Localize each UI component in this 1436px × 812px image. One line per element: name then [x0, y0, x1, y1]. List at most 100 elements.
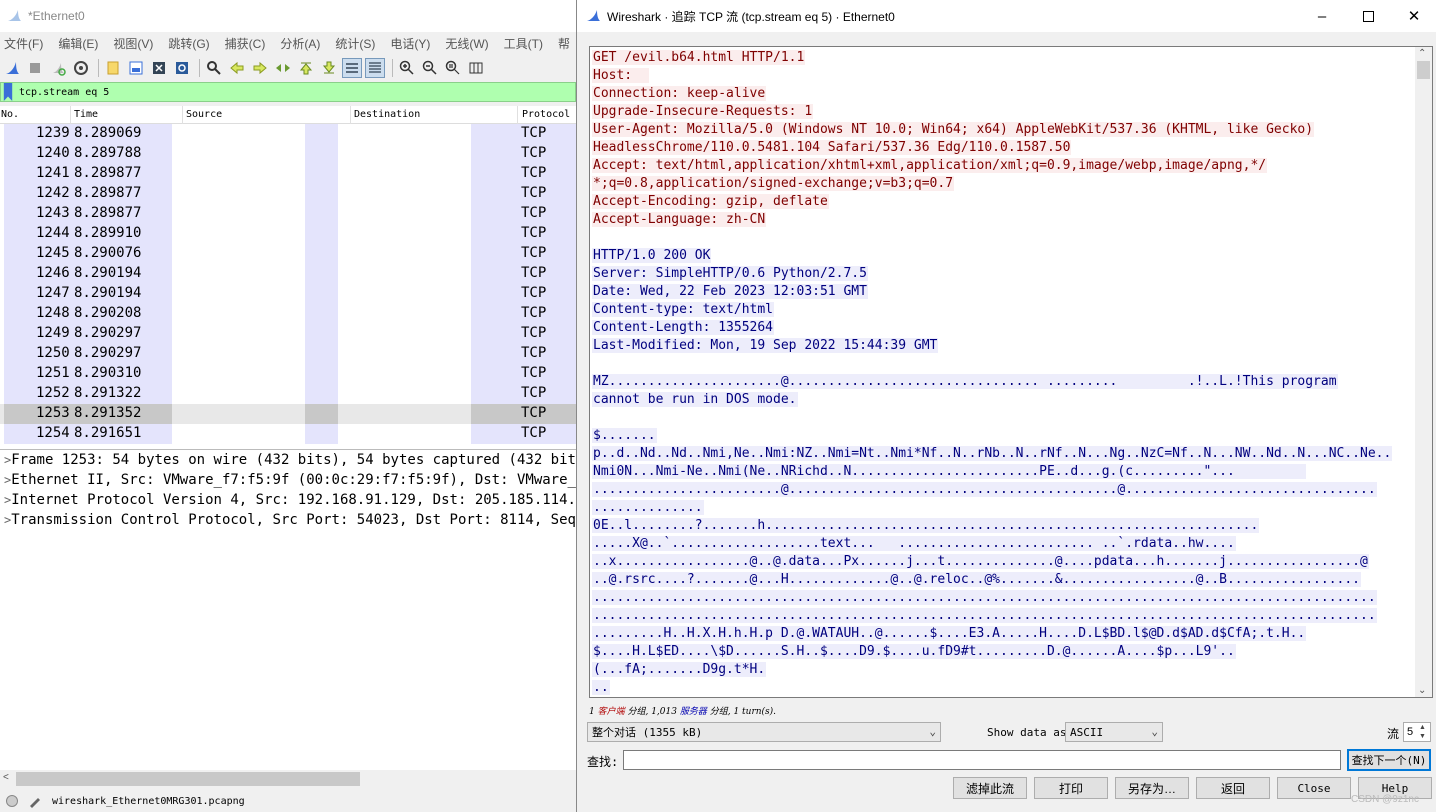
- server-line: Content-type: text/html: [592, 301, 1416, 319]
- menu-item[interactable]: 文件(F): [4, 35, 43, 52]
- packet-row[interactable]: 1243 8.289877 TCP: [0, 204, 576, 224]
- close-button[interactable]: Close: [1277, 777, 1351, 799]
- packet-row[interactable]: 1249 8.290297 TCP: [0, 324, 576, 344]
- menu-item[interactable]: 视图(V): [113, 35, 153, 52]
- column-header-protocol[interactable]: Protocol: [522, 109, 570, 120]
- menu-item[interactable]: 跳转(G): [168, 35, 209, 52]
- blank-line: [592, 355, 1416, 373]
- packet-row[interactable]: 1250 8.290297 TCP: [0, 344, 576, 364]
- stream-text: Accept-Encoding: gzip, deflate: [592, 194, 829, 209]
- open-file-icon[interactable]: [103, 58, 123, 78]
- packet-details-pane[interactable]: > Frame 1253: 54 bytes on wire (432 bits)…: [0, 450, 576, 770]
- first-packet-icon[interactable]: [296, 58, 316, 78]
- menu-item[interactable]: 分析(A): [280, 35, 320, 52]
- restart-capture-icon[interactable]: [48, 58, 68, 78]
- scroll-down-icon[interactable]: ⌄: [1418, 685, 1426, 696]
- expert-info-icon[interactable]: [6, 795, 18, 807]
- autoscroll-icon[interactable]: [342, 58, 362, 78]
- menu-item[interactable]: 帮: [558, 35, 570, 52]
- column-header-source[interactable]: Source: [186, 109, 222, 120]
- status-file-name: wireshark_Ethernet0MRG301.pcapng: [52, 795, 245, 807]
- zoom-in-icon[interactable]: [397, 58, 417, 78]
- stop-capture-icon[interactable]: [25, 58, 45, 78]
- start-capture-icon[interactable]: [2, 58, 22, 78]
- capture-options-icon[interactable]: [71, 58, 91, 78]
- expand-arrow-icon[interactable]: >: [4, 453, 11, 467]
- maximize-icon[interactable]: [1345, 0, 1391, 32]
- last-packet-icon[interactable]: [319, 58, 339, 78]
- menu-item[interactable]: 工具(T): [504, 35, 543, 52]
- save-as-button[interactable]: 另存为…: [1115, 777, 1189, 799]
- packet-row[interactable]: 1247 8.290194 TCP: [0, 284, 576, 304]
- scroll-up-icon[interactable]: ⌃: [1418, 48, 1426, 59]
- packet-row[interactable]: 1252 8.291322 TCP: [0, 384, 576, 404]
- minimize-icon[interactable]: –: [1299, 0, 1345, 32]
- packet-row[interactable]: 1245 8.290076 TCP: [0, 244, 576, 264]
- scrollbar-thumb[interactable]: [16, 772, 360, 786]
- menu-item[interactable]: 统计(S): [335, 35, 375, 52]
- expand-arrow-icon[interactable]: >: [4, 513, 11, 527]
- spin-arrows-icon[interactable]: ▲ ▼: [1419, 723, 1429, 741]
- stream-text: .....X@..`...................text... ...…: [592, 536, 1236, 551]
- packet-row[interactable]: 1244 8.289910 TCP: [0, 224, 576, 244]
- menu-item[interactable]: 无线(W): [445, 35, 488, 52]
- close-window-icon[interactable]: ✕: [1391, 0, 1436, 32]
- vertical-scrollbar[interactable]: ⌃ ⌄: [1415, 47, 1432, 697]
- packet-row[interactable]: 1242 8.289877 TCP: [0, 184, 576, 204]
- column-header-destination[interactable]: Destination: [354, 109, 420, 120]
- packet-number: 1242: [36, 185, 70, 201]
- stream-text: MZ......................@...............…: [592, 374, 1338, 389]
- packet-row[interactable]: 1240 8.289788 TCP: [0, 144, 576, 164]
- stream-number-spinbox[interactable]: 5 ▲ ▼: [1403, 722, 1431, 742]
- detail-row-ip[interactable]: > Internet Protocol Version 4, Src: 192.1…: [0, 490, 576, 510]
- show-data-as-select[interactable]: ASCII ⌄: [1065, 722, 1163, 742]
- packet-number: 1252: [36, 385, 70, 401]
- conversation-select[interactable]: 整个对话 (1355 kB) ⌄: [587, 722, 941, 742]
- packet-row[interactable]: 1246 8.290194 TCP: [0, 264, 576, 284]
- display-filter-bar[interactable]: tcp.stream eq 5: [0, 82, 576, 102]
- packet-row[interactable]: 1254 8.291651 TCP: [0, 424, 576, 444]
- go-back-icon[interactable]: [227, 58, 247, 78]
- expand-arrow-icon[interactable]: >: [4, 493, 11, 507]
- packet-list[interactable]: 1239 8.289069 TCP 1240 8.289788 TCP 1241 8.2898…: [0, 124, 576, 444]
- capture-comment-icon[interactable]: [28, 794, 42, 808]
- normal-size-icon[interactable]: [443, 58, 463, 78]
- packet-number: 1253: [36, 405, 70, 421]
- detail-row-tcp[interactable]: > Transmission Control Protocol, Src Port…: [0, 510, 576, 530]
- packet-row[interactable]: 1239 8.289069 TCP: [0, 124, 576, 144]
- packet-row[interactable]: 1241 8.289877 TCP: [0, 164, 576, 184]
- close-file-icon[interactable]: [149, 58, 169, 78]
- expand-arrow-icon[interactable]: >: [4, 473, 11, 487]
- reload-file-icon[interactable]: [172, 58, 192, 78]
- menu-item[interactable]: 捕获(C): [225, 35, 266, 52]
- stream-content-view[interactable]: GET /evil.b64.html HTTP/1.1 Host: Connect…: [589, 46, 1433, 698]
- horizontal-scrollbar[interactable]: <: [0, 770, 576, 788]
- detail-row-ethernet[interactable]: > Ethernet II, Src: VMware_f7:f5:9f (00:0…: [0, 470, 576, 490]
- bookmark-icon[interactable]: [3, 83, 13, 101]
- column-header-no[interactable]: No.: [1, 109, 19, 120]
- zoom-out-icon[interactable]: [420, 58, 440, 78]
- print-button[interactable]: 打印: [1034, 777, 1108, 799]
- go-to-packet-icon[interactable]: [273, 58, 293, 78]
- menu-item[interactable]: 电话(Y): [390, 35, 430, 52]
- packet-row-selected[interactable]: 1253 8.291352 TCP: [0, 404, 576, 424]
- column-header-time[interactable]: Time: [74, 109, 98, 120]
- resize-columns-icon[interactable]: [466, 58, 486, 78]
- column-divider: [70, 106, 71, 124]
- find-next-button[interactable]: 查找下一个(N): [1347, 749, 1431, 771]
- scrollbar-thumb[interactable]: [1417, 61, 1430, 79]
- detail-row-frame[interactable]: > Frame 1253: 54 bytes on wire (432 bits)…: [0, 450, 576, 470]
- packet-protocol: TCP: [521, 165, 547, 181]
- packet-row[interactable]: 1248 8.290208 TCP: [0, 304, 576, 324]
- row-color: [305, 424, 338, 444]
- file-set-icon[interactable]: [126, 58, 146, 78]
- find-input[interactable]: [623, 750, 1341, 770]
- go-forward-icon[interactable]: [250, 58, 270, 78]
- scroll-left-icon[interactable]: <: [3, 772, 9, 783]
- colorize-icon[interactable]: [365, 58, 385, 78]
- packet-row[interactable]: 1251 8.290310 TCP: [0, 364, 576, 384]
- filter-out-stream-button[interactable]: 滤掉此流: [953, 777, 1027, 799]
- back-button[interactable]: 返回: [1196, 777, 1270, 799]
- menu-item[interactable]: 编辑(E): [58, 35, 98, 52]
- find-packet-icon[interactable]: [204, 58, 224, 78]
